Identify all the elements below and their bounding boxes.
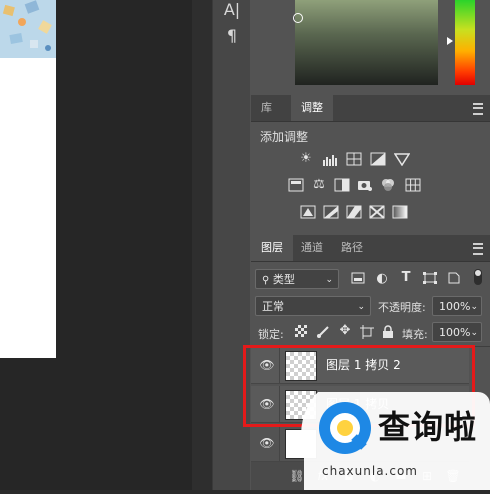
hue-slider-handle[interactable] <box>447 37 453 45</box>
curves-icon[interactable] <box>346 152 362 166</box>
tab-paths-label: 路径 <box>341 241 363 254</box>
pattern-art <box>0 0 56 58</box>
paragraph-tool-button[interactable]: ¶ <box>213 26 251 45</box>
layers-tabbar: 图层 通道 路径 <box>251 235 490 262</box>
filter-pixel-icon[interactable] <box>350 272 366 286</box>
layer-filter-label: 类型 <box>272 273 295 286</box>
lock-position-move-icon[interactable]: ✥ <box>337 324 353 338</box>
lock-artboard-icon[interactable] <box>359 325 375 339</box>
chevron-down-icon: ⌄ <box>325 275 333 285</box>
filter-shape-icon[interactable] <box>422 272 438 286</box>
fill-input[interactable]: 100% ⌄ <box>432 322 482 342</box>
color-balance-icon[interactable]: ⚖ <box>311 178 327 192</box>
exposure-icon[interactable] <box>370 152 386 166</box>
color-lookup-icon[interactable] <box>405 178 421 192</box>
document-pattern-image <box>0 0 56 58</box>
selective-color-icon[interactable] <box>369 205 385 219</box>
threshold-icon[interactable] <box>346 205 362 219</box>
filter-type-icon[interactable]: T <box>398 271 414 285</box>
adjust-panel-menu-icon[interactable] <box>473 103 483 115</box>
fill-value: 100% <box>439 326 471 339</box>
black-white-icon[interactable] <box>334 178 350 192</box>
tab-channels-label: 通道 <box>301 241 323 254</box>
layer-filter-select[interactable]: ⚲ 类型 ⌄ <box>255 269 339 289</box>
chevron-down-icon: ⌄ <box>470 302 478 312</box>
tab-channels[interactable]: 通道 <box>291 235 333 261</box>
tab-layers-label: 图层 <box>261 241 283 254</box>
tab-adjustments-label: 调整 <box>301 101 323 114</box>
search-icon: ⚲ <box>262 275 270 286</box>
watermark-logo: 查询啦 chaxunla.com <box>300 388 490 490</box>
blend-mode-select[interactable]: 正常 ⌄ <box>255 296 371 316</box>
adjust-title: 添加调整 <box>260 130 309 144</box>
type-tool-button[interactable]: A| <box>213 0 251 19</box>
color-picker-cursor[interactable] <box>293 13 303 23</box>
hue-slider[interactable] <box>455 0 475 85</box>
chevron-down-icon: ⌄ <box>357 302 365 312</box>
type-tool-label: A| <box>223 0 241 19</box>
lock-paint-brush-icon[interactable] <box>315 325 331 339</box>
tab-library[interactable]: 库 <box>251 95 282 121</box>
lock-label: 锁定: <box>258 328 284 341</box>
blend-mode-value: 正常 <box>262 300 284 313</box>
invert-icon[interactable] <box>300 205 316 219</box>
brightness-icon[interactable]: ☀ <box>298 152 314 166</box>
tab-paths[interactable]: 路径 <box>331 235 373 261</box>
tab-adjustments[interactable]: 调整 <box>291 95 333 121</box>
eye-icon[interactable]: 👁 <box>259 437 275 449</box>
tab-library-label: 库 <box>261 101 272 114</box>
filter-toggle[interactable] <box>474 269 482 285</box>
gradient-map-icon[interactable] <box>392 205 408 219</box>
lock-transparent-icon[interactable] <box>293 325 309 339</box>
channel-mixer-icon[interactable] <box>380 178 396 192</box>
layer-divider <box>279 425 280 461</box>
document-canvas[interactable] <box>0 58 56 358</box>
tab-layers[interactable]: 图层 <box>251 235 293 261</box>
filter-smart-object-icon[interactable] <box>446 272 462 286</box>
opacity-input[interactable]: 100% ⌄ <box>432 296 482 316</box>
watermark-text: 查询啦 <box>378 408 478 446</box>
paragraph-tool-label: ¶ <box>226 26 238 45</box>
fill-label: 填充: <box>402 328 428 341</box>
opacity-value: 100% <box>439 300 471 313</box>
watermark-url: chaxunla.com <box>322 464 418 478</box>
levels-icon[interactable] <box>322 152 338 166</box>
layers-panel-menu-icon[interactable] <box>473 243 483 255</box>
canvas-gutter <box>192 0 212 490</box>
opacity-label: 不透明度: <box>378 301 426 314</box>
hue-saturation-icon[interactable] <box>288 178 304 192</box>
adjust-tabbar: 库 调整 <box>251 95 490 122</box>
filter-adjustment-icon[interactable]: ◐ <box>374 272 390 286</box>
posterize-icon[interactable] <box>323 205 339 219</box>
lock-all-icon[interactable] <box>380 325 396 339</box>
chevron-down-icon: ⌄ <box>470 328 478 338</box>
color-picker-field[interactable] <box>295 0 438 85</box>
photo-filter-icon[interactable] <box>357 178 373 192</box>
vibrance-icon[interactable] <box>393 152 411 167</box>
